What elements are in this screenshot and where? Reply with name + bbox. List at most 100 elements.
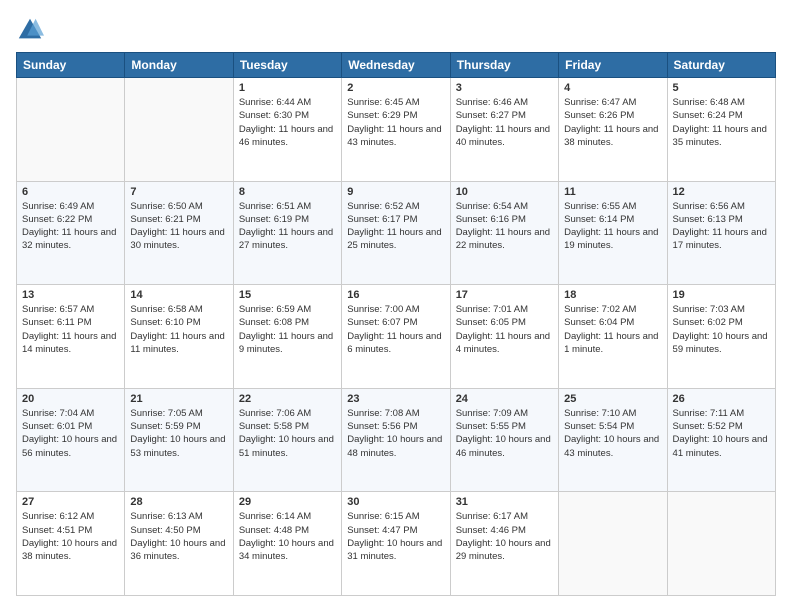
day-number: 28 bbox=[130, 496, 227, 508]
day-info: Sunrise: 6:54 AMSunset: 6:16 PMDaylight:… bbox=[456, 200, 553, 253]
day-info: Sunrise: 7:06 AMSunset: 5:58 PMDaylight:… bbox=[239, 407, 336, 460]
weekday-header-friday: Friday bbox=[559, 53, 667, 78]
day-info: Sunrise: 7:09 AMSunset: 5:55 PMDaylight:… bbox=[456, 407, 553, 460]
day-number: 19 bbox=[673, 289, 770, 301]
day-number: 11 bbox=[564, 186, 661, 198]
calendar-cell: 28 Sunrise: 6:13 AMSunset: 4:50 PMDayligh… bbox=[125, 492, 233, 596]
calendar-cell: 8 Sunrise: 6:51 AMSunset: 6:19 PMDaylight… bbox=[233, 181, 341, 285]
day-info: Sunrise: 6:46 AMSunset: 6:27 PMDaylight:… bbox=[456, 96, 553, 149]
calendar-cell: 12Sunrise: 6:56 AMSunset: 6:13 PMDayligh… bbox=[667, 181, 775, 285]
day-info: Sunrise: 6:44 AMSunset: 6:30 PMDaylight:… bbox=[239, 96, 336, 149]
week-row: 1Sunrise: 6:44 AMSunset: 6:30 PMDaylight… bbox=[17, 78, 776, 182]
calendar-cell: 9 Sunrise: 6:52 AMSunset: 6:17 PMDaylight… bbox=[342, 181, 450, 285]
calendar-cell: 20 Sunrise: 7:04 AMSunset: 6:01 PMDayligh… bbox=[17, 388, 125, 492]
day-number: 9 bbox=[347, 186, 444, 198]
calendar-cell bbox=[17, 78, 125, 182]
header bbox=[16, 16, 776, 44]
day-info: Sunrise: 7:10 AMSunset: 5:54 PMDaylight:… bbox=[564, 407, 661, 460]
day-number: 8 bbox=[239, 186, 336, 198]
day-info: Sunrise: 6:51 AMSunset: 6:19 PMDaylight:… bbox=[239, 200, 336, 253]
calendar-cell: 14 Sunrise: 6:58 AMSunset: 6:10 PMDayligh… bbox=[125, 285, 233, 389]
day-number: 14 bbox=[130, 289, 227, 301]
day-number: 27 bbox=[22, 496, 119, 508]
day-number: 30 bbox=[347, 496, 444, 508]
day-number: 10 bbox=[456, 186, 553, 198]
calendar-cell: 3 Sunrise: 6:46 AMSunset: 6:27 PMDaylight… bbox=[450, 78, 558, 182]
calendar-cell: 18Sunrise: 7:02 AMSunset: 6:04 PMDayligh… bbox=[559, 285, 667, 389]
calendar-cell: 4 Sunrise: 6:47 AMSunset: 6:26 PMDaylight… bbox=[559, 78, 667, 182]
day-info: Sunrise: 6:17 AMSunset: 4:46 PMDaylight:… bbox=[456, 510, 553, 563]
day-number: 22 bbox=[239, 393, 336, 405]
day-info: Sunrise: 7:05 AMSunset: 5:59 PMDaylight:… bbox=[130, 407, 227, 460]
calendar-cell bbox=[667, 492, 775, 596]
day-info: Sunrise: 6:13 AMSunset: 4:50 PMDaylight:… bbox=[130, 510, 227, 563]
day-number: 5 bbox=[673, 82, 770, 94]
day-info: Sunrise: 6:50 AMSunset: 6:21 PMDaylight:… bbox=[130, 200, 227, 253]
day-number: 13 bbox=[22, 289, 119, 301]
logo-icon bbox=[16, 16, 44, 44]
day-info: Sunrise: 7:03 AMSunset: 6:02 PMDaylight:… bbox=[673, 303, 770, 356]
day-number: 20 bbox=[22, 393, 119, 405]
week-row: 6 Sunrise: 6:49 AMSunset: 6:22 PMDaylight… bbox=[17, 181, 776, 285]
calendar-cell: 15Sunrise: 6:59 AMSunset: 6:08 PMDayligh… bbox=[233, 285, 341, 389]
day-number: 26 bbox=[673, 393, 770, 405]
calendar-cell: 30 Sunrise: 6:15 AMSunset: 4:47 PMDayligh… bbox=[342, 492, 450, 596]
day-number: 18 bbox=[564, 289, 661, 301]
calendar-cell: 24 Sunrise: 7:09 AMSunset: 5:55 PMDayligh… bbox=[450, 388, 558, 492]
day-info: Sunrise: 6:14 AMSunset: 4:48 PMDaylight:… bbox=[239, 510, 336, 563]
day-number: 3 bbox=[456, 82, 553, 94]
day-info: Sunrise: 6:58 AMSunset: 6:10 PMDaylight:… bbox=[130, 303, 227, 356]
day-info: Sunrise: 6:56 AMSunset: 6:13 PMDaylight:… bbox=[673, 200, 770, 253]
day-number: 6 bbox=[22, 186, 119, 198]
weekday-header-tuesday: Tuesday bbox=[233, 53, 341, 78]
day-info: Sunrise: 6:15 AMSunset: 4:47 PMDaylight:… bbox=[347, 510, 444, 563]
weekday-header-wednesday: Wednesday bbox=[342, 53, 450, 78]
calendar-cell: 22 Sunrise: 7:06 AMSunset: 5:58 PMDayligh… bbox=[233, 388, 341, 492]
day-info: Sunrise: 6:48 AMSunset: 6:24 PMDaylight:… bbox=[673, 96, 770, 149]
day-info: Sunrise: 6:59 AMSunset: 6:08 PMDaylight:… bbox=[239, 303, 336, 356]
day-info: Sunrise: 7:04 AMSunset: 6:01 PMDaylight:… bbox=[22, 407, 119, 460]
weekday-header-saturday: Saturday bbox=[667, 53, 775, 78]
day-number: 24 bbox=[456, 393, 553, 405]
calendar-cell bbox=[559, 492, 667, 596]
day-info: Sunrise: 6:47 AMSunset: 6:26 PMDaylight:… bbox=[564, 96, 661, 149]
weekday-header-thursday: Thursday bbox=[450, 53, 558, 78]
calendar-cell: 17Sunrise: 7:01 AMSunset: 6:05 PMDayligh… bbox=[450, 285, 558, 389]
logo bbox=[16, 16, 48, 44]
day-number: 7 bbox=[130, 186, 227, 198]
day-number: 17 bbox=[456, 289, 553, 301]
calendar-cell: 2 Sunrise: 6:45 AMSunset: 6:29 PMDaylight… bbox=[342, 78, 450, 182]
day-info: Sunrise: 7:08 AMSunset: 5:56 PMDaylight:… bbox=[347, 407, 444, 460]
day-info: Sunrise: 6:55 AMSunset: 6:14 PMDaylight:… bbox=[564, 200, 661, 253]
day-number: 4 bbox=[564, 82, 661, 94]
calendar-cell: 7 Sunrise: 6:50 AMSunset: 6:21 PMDaylight… bbox=[125, 181, 233, 285]
week-row: 20 Sunrise: 7:04 AMSunset: 6:01 PMDayligh… bbox=[17, 388, 776, 492]
calendar-cell: 19 Sunrise: 7:03 AMSunset: 6:02 PMDayligh… bbox=[667, 285, 775, 389]
calendar-cell: 10 Sunrise: 6:54 AMSunset: 6:16 PMDayligh… bbox=[450, 181, 558, 285]
day-number: 29 bbox=[239, 496, 336, 508]
calendar-cell: 6 Sunrise: 6:49 AMSunset: 6:22 PMDaylight… bbox=[17, 181, 125, 285]
calendar-cell: 23 Sunrise: 7:08 AMSunset: 5:56 PMDayligh… bbox=[342, 388, 450, 492]
weekday-header-monday: Monday bbox=[125, 53, 233, 78]
calendar-cell: 31 Sunrise: 6:17 AMSunset: 4:46 PMDayligh… bbox=[450, 492, 558, 596]
day-number: 2 bbox=[347, 82, 444, 94]
day-info: Sunrise: 7:00 AMSunset: 6:07 PMDaylight:… bbox=[347, 303, 444, 356]
calendar-cell bbox=[125, 78, 233, 182]
day-info: Sunrise: 7:11 AMSunset: 5:52 PMDaylight:… bbox=[673, 407, 770, 460]
day-info: Sunrise: 6:57 AMSunset: 6:11 PMDaylight:… bbox=[22, 303, 119, 356]
day-info: Sunrise: 6:52 AMSunset: 6:17 PMDaylight:… bbox=[347, 200, 444, 253]
calendar-header: SundayMondayTuesdayWednesdayThursdayFrid… bbox=[17, 53, 776, 78]
calendar-cell: 25Sunrise: 7:10 AMSunset: 5:54 PMDayligh… bbox=[559, 388, 667, 492]
day-info: Sunrise: 6:45 AMSunset: 6:29 PMDaylight:… bbox=[347, 96, 444, 149]
weekday-row: SundayMondayTuesdayWednesdayThursdayFrid… bbox=[17, 53, 776, 78]
calendar-body: 1Sunrise: 6:44 AMSunset: 6:30 PMDaylight… bbox=[17, 78, 776, 596]
week-row: 13 Sunrise: 6:57 AMSunset: 6:11 PMDayligh… bbox=[17, 285, 776, 389]
week-row: 27 Sunrise: 6:12 AMSunset: 4:51 PMDayligh… bbox=[17, 492, 776, 596]
calendar: SundayMondayTuesdayWednesdayThursdayFrid… bbox=[16, 52, 776, 596]
day-number: 31 bbox=[456, 496, 553, 508]
calendar-cell: 27 Sunrise: 6:12 AMSunset: 4:51 PMDayligh… bbox=[17, 492, 125, 596]
day-info: Sunrise: 6:12 AMSunset: 4:51 PMDaylight:… bbox=[22, 510, 119, 563]
day-number: 23 bbox=[347, 393, 444, 405]
day-info: Sunrise: 6:49 AMSunset: 6:22 PMDaylight:… bbox=[22, 200, 119, 253]
calendar-cell: 5 Sunrise: 6:48 AMSunset: 6:24 PMDaylight… bbox=[667, 78, 775, 182]
